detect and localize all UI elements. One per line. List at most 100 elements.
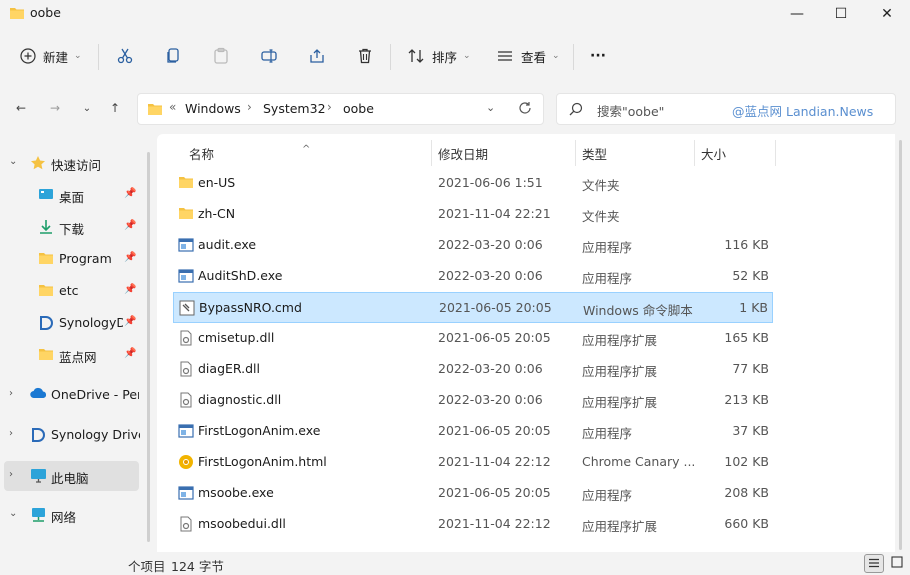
file-date: 2021-06-06 1:51: [438, 175, 543, 190]
file-date: 2021-06-05 20:05: [438, 423, 551, 438]
nav-label: Program: [59, 251, 112, 266]
more-button[interactable]: ···: [590, 42, 606, 70]
maximize-button[interactable]: ☐: [818, 0, 864, 28]
copy-button[interactable]: [164, 42, 182, 70]
arrow-left-icon: ←: [15, 101, 27, 115]
file-row[interactable]: audit.exe 2022-03-20 0:06 应用程序 116 KB: [173, 230, 773, 261]
file-row[interactable]: cmisetup.dll 2021-06-05 20:05 应用程序扩展 165 KB: [173, 323, 773, 354]
file-type: Chrome Canary ...: [582, 454, 696, 469]
nav-item-quick-access[interactable]: ⌄ 快速访问: [0, 148, 140, 178]
nav-item-network[interactable]: ⌄ 网络: [0, 500, 140, 530]
file-row[interactable]: msoobe.exe 2021-06-05 20:05 应用程序 208 KB: [173, 478, 773, 509]
file-name: en-US: [198, 175, 236, 190]
cloud-icon: [30, 387, 47, 402]
back-button[interactable]: ←: [10, 98, 32, 118]
file-row[interactable]: en-US 2021-06-06 1:51 文件夹: [173, 168, 773, 199]
file-row[interactable]: AuditShD.exe 2022-03-20 0:06 应用程序 52 KB: [173, 261, 773, 292]
recent-locations-button[interactable]: ⌄: [76, 98, 98, 118]
file-type: 应用程序扩展: [582, 395, 658, 410]
large-icons-view-button[interactable]: [887, 554, 907, 573]
overflow-crumb[interactable]: «: [169, 100, 176, 114]
breadcrumb-separator[interactable]: ›: [247, 100, 252, 114]
column-header-size[interactable]: 大小: [695, 134, 775, 168]
breadcrumb-windows[interactable]: Windows: [185, 101, 241, 116]
file-list: 名称 ^ 修改日期 类型 大小 en-US 2021-06-06 1:51 文件夹 z…: [157, 134, 895, 552]
file-row[interactable]: zh-CN 2021-11-04 22:21 文件夹: [173, 199, 773, 230]
nav-item-desktop[interactable]: 桌面 📌: [0, 180, 140, 210]
status-bar: 个项目 124 字节: [0, 552, 910, 575]
file-row[interactable]: diagER.dll 2022-03-20 0:06 应用程序扩展 77 KB: [173, 354, 773, 385]
pin-icon: 📌: [124, 284, 137, 295]
selection-size: 124 字节: [171, 559, 224, 574]
nav-item-etc[interactable]: etc 📌: [0, 276, 140, 306]
file-size: 208 KB: [724, 485, 769, 500]
paste-button[interactable]: [212, 42, 230, 70]
sort-label: 排序: [432, 49, 458, 65]
up-button[interactable]: ↑: [104, 98, 126, 118]
sort-button[interactable]: 排序 ⌄: [407, 42, 471, 70]
nav-item-synology-drive[interactable]: › Synology Drive: [0, 420, 140, 450]
file-type: 应用程序: [582, 271, 633, 286]
refresh-icon[interactable]: [518, 101, 532, 118]
view-button[interactable]: 查看 ⌄: [496, 42, 560, 70]
pin-icon: 📌: [124, 252, 137, 263]
folder-icon: [178, 206, 194, 223]
nav-item-synologydrive[interactable]: SynologyDrive 📌: [0, 308, 140, 338]
chevron-down-icon: ⌄: [82, 102, 92, 114]
nav-scrollbar[interactable]: [147, 152, 150, 542]
file-row[interactable]: FirstLogonAnim.exe 2021-06-05 20:05 应用程序 37…: [173, 416, 773, 447]
breadcrumb-oobe[interactable]: oobe: [343, 101, 374, 116]
file-type: 应用程序扩展: [582, 364, 658, 379]
chrome-canary-icon: [178, 454, 194, 473]
breadcrumb-system32[interactable]: System32: [263, 101, 326, 116]
file-type: 应用程序: [582, 240, 633, 255]
chevron-down-icon: ⌄: [74, 51, 82, 61]
file-size: 116 KB: [724, 237, 769, 252]
file-row[interactable]: msoobedui.dll 2021-11-04 22:12 应用程序扩展 660 K…: [173, 509, 773, 540]
column-label: 类型: [582, 147, 608, 162]
file-name: msoobedui.dll: [198, 516, 286, 531]
nav-item-downloads[interactable]: 下载 📌: [0, 212, 140, 242]
file-size: 660 KB: [724, 516, 769, 531]
minimize-button[interactable]: —: [774, 0, 820, 28]
address-bar[interactable]: « Windows › System32 › oobe ⌄: [137, 93, 544, 125]
file-type: 应用程序: [582, 426, 633, 441]
trash-icon: [356, 47, 374, 65]
column-header-name[interactable]: 名称 ^: [157, 134, 427, 168]
chevron-down-icon[interactable]: ⌄: [486, 101, 495, 114]
chevron-down-icon: ⌄: [463, 51, 471, 61]
file-name: diagER.dll: [198, 361, 260, 376]
synology-icon: [30, 427, 46, 446]
rename-button[interactable]: [260, 42, 278, 70]
file-list-scrollbar[interactable]: [899, 140, 902, 550]
search-box[interactable]: 搜索"oobe" @蓝点网 Landian.News: [556, 93, 896, 125]
nav-item-this-pc[interactable]: › 此电脑: [4, 461, 139, 491]
file-date: 2021-11-04 22:12: [438, 454, 551, 469]
file-size: 213 KB: [724, 392, 769, 407]
breadcrumb-separator[interactable]: ›: [327, 100, 332, 114]
chevron-right-icon: ›: [9, 428, 13, 439]
star-icon: [30, 155, 46, 174]
column-header-type[interactable]: 类型: [576, 134, 694, 168]
close-button[interactable]: ✕: [864, 0, 910, 28]
share-button[interactable]: [308, 42, 326, 70]
file-name: AuditShD.exe: [198, 268, 283, 283]
nav-item-program[interactable]: Program 📌: [0, 244, 140, 274]
column-header-date[interactable]: 修改日期: [432, 134, 572, 168]
file-type: 应用程序扩展: [582, 333, 658, 348]
search-input[interactable]: 搜索"oobe": [597, 101, 664, 120]
delete-button[interactable]: [356, 42, 374, 70]
details-view-button[interactable]: [864, 554, 884, 573]
more-icon: ···: [590, 48, 606, 64]
forward-button[interactable]: →: [44, 98, 66, 118]
file-row[interactable]: diagnostic.dll 2022-03-20 0:06 应用程序扩展 213 K…: [173, 385, 773, 416]
file-row[interactable]: FirstLogonAnim.html 2021-11-04 22:12 Chrom…: [173, 447, 773, 478]
file-row[interactable]: BypassNRO.cmd 2021-06-05 20:05 Windows 命令脚…: [173, 292, 773, 323]
pin-icon: 📌: [124, 348, 137, 359]
share-icon: [308, 47, 326, 65]
nav-item-landian[interactable]: 蓝点网 📌: [0, 340, 140, 370]
cut-button[interactable]: [116, 42, 134, 70]
column-divider[interactable]: [775, 140, 776, 166]
nav-item-onedrive[interactable]: › OneDrive - Personal: [0, 380, 140, 410]
new-button[interactable]: 新建 ⌄: [20, 42, 82, 70]
